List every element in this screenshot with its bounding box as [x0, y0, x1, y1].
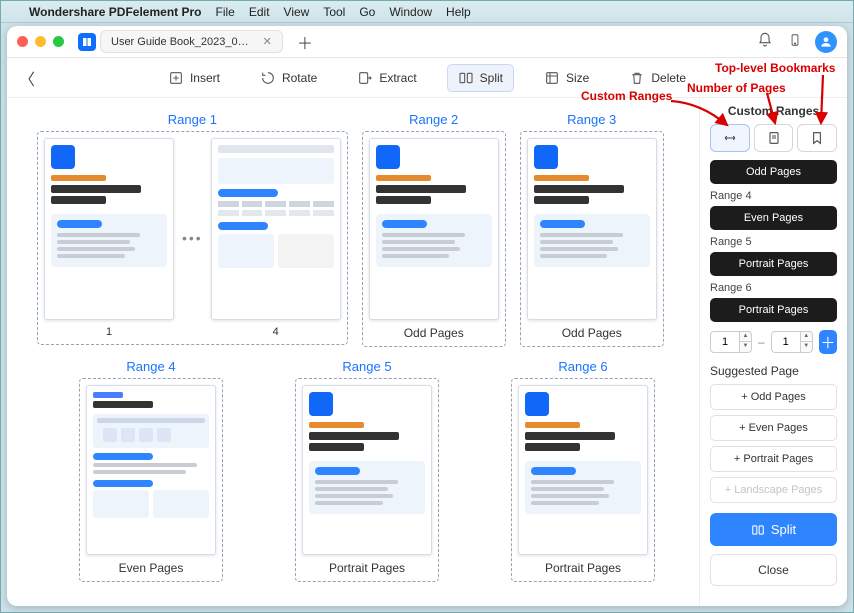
panel-range-6-label: Range 6 — [710, 282, 837, 294]
close-button[interactable]: Close — [710, 554, 837, 586]
split-button-label: Split — [771, 522, 796, 537]
range-1-label: Range 1 — [168, 112, 217, 127]
delete-tool[interactable]: Delete — [619, 64, 696, 92]
to-up[interactable]: ▲ — [801, 331, 813, 342]
suggest-even[interactable]: + Even Pages — [710, 415, 837, 441]
notifications-icon[interactable] — [755, 32, 775, 51]
range-6-caption: Portrait Pages — [545, 561, 621, 575]
size-label: Size — [566, 71, 589, 85]
range-3-group[interactable]: Odd Pages — [520, 131, 664, 347]
split-label: Split — [480, 71, 503, 85]
range-portrait-pages-2[interactable]: Portrait Pages — [710, 298, 837, 322]
tab-close-icon[interactable]: ✕ — [263, 35, 272, 48]
split-panel: Custom Ranges Odd Pages Range 4 Even Pag… — [699, 98, 847, 606]
range-4-caption: Even Pages — [119, 561, 184, 575]
split-button[interactable]: Split — [710, 513, 837, 546]
range-even-pages[interactable]: Even Pages — [710, 206, 837, 230]
suggested-title: Suggested Page — [710, 364, 837, 378]
range-5-label: Range 5 — [342, 359, 391, 374]
range-4-label: Range 4 — [126, 359, 175, 374]
mode-number-of-pages[interactable] — [754, 124, 794, 152]
page-thumb-1[interactable] — [44, 138, 174, 320]
back-button[interactable]: 〈 — [19, 66, 43, 90]
window-controls — [17, 36, 64, 47]
suggest-landscape: + Landscape Pages — [710, 477, 837, 503]
range-4-group[interactable]: Even Pages — [79, 378, 223, 582]
page-thumb-portrait-1[interactable] — [302, 385, 432, 555]
panel-range-4-label: Range 4 — [710, 190, 837, 202]
range-5-caption: Portrait Pages — [329, 561, 405, 575]
tab-title: User Guide Book_2023_0… — [111, 36, 249, 48]
document-tab[interactable]: User Guide Book_2023_0… ✕ — [100, 30, 283, 53]
menu-help[interactable]: Help — [446, 5, 471, 19]
menu-edit[interactable]: Edit — [249, 5, 270, 19]
size-tool[interactable]: Size — [534, 64, 599, 92]
menu-file[interactable]: File — [216, 5, 235, 19]
page-thumb-odd-2[interactable] — [527, 138, 657, 320]
range-5-group[interactable]: Portrait Pages — [295, 378, 439, 582]
zoom-window[interactable] — [53, 36, 64, 47]
range-3-caption: Odd Pages — [562, 326, 622, 340]
menu-go[interactable]: Go — [359, 5, 375, 19]
delete-label: Delete — [651, 71, 686, 85]
split-mode-tabs — [710, 124, 837, 152]
range-2-caption: Odd Pages — [404, 326, 464, 340]
split-tool[interactable]: Split — [447, 64, 514, 92]
mode-custom-ranges[interactable] — [710, 124, 750, 152]
menu-tool[interactable]: Tool — [323, 5, 345, 19]
range-dash: – — [758, 335, 765, 349]
menu-view[interactable]: View — [284, 5, 310, 19]
range-from-input[interactable] — [710, 331, 740, 353]
to-down[interactable]: ▼ — [801, 342, 813, 353]
range-odd-pages[interactable]: Odd Pages — [710, 160, 837, 184]
range-6-label: Range 6 — [558, 359, 607, 374]
page-toolbar: 〈 Insert Rotate Extract Split Size — [7, 58, 847, 98]
new-tab-button[interactable]: ＋ — [297, 30, 313, 54]
app-logo-icon — [78, 33, 96, 51]
app-name[interactable]: Wondershare PDFelement Pro — [29, 5, 202, 19]
page-1-number: 1 — [106, 326, 112, 338]
insert-label: Insert — [190, 71, 220, 85]
range-3-label: Range 3 — [567, 112, 616, 127]
page-thumb-portrait-2[interactable] — [518, 385, 648, 555]
suggest-portrait[interactable]: + Portrait Pages — [710, 446, 837, 472]
mode-top-level-bookmarks[interactable] — [797, 124, 837, 152]
insert-tool[interactable]: Insert — [158, 64, 230, 92]
from-down[interactable]: ▼ — [740, 342, 752, 353]
page-4-number: 4 — [273, 326, 279, 338]
add-range-button[interactable]: ＋ — [819, 330, 837, 354]
pages-canvas[interactable]: Range 1 1 ••• — [7, 98, 699, 606]
close-window[interactable] — [17, 36, 28, 47]
range-1-group[interactable]: 1 ••• — [37, 131, 348, 345]
range-2-label: Range 2 — [409, 112, 458, 127]
page-thumb-even[interactable] — [86, 385, 216, 555]
extract-label: Extract — [379, 71, 416, 85]
range-2-group[interactable]: Odd Pages — [362, 131, 506, 347]
rotate-tool[interactable]: Rotate — [250, 64, 327, 92]
menu-window[interactable]: Window — [389, 5, 432, 19]
page-thumb-odd-1[interactable] — [369, 138, 499, 320]
minimize-window[interactable] — [35, 36, 46, 47]
range-to-stepper[interactable]: ▲▼ — [771, 331, 813, 353]
ellipsis-icon: ••• — [180, 230, 205, 246]
app-window: User Guide Book_2023_0… ✕ ＋ 〈 Insert Rot… — [7, 26, 847, 606]
range-6-group[interactable]: Portrait Pages — [511, 378, 655, 582]
suggest-odd[interactable]: + Odd Pages — [710, 384, 837, 410]
titlebar: User Guide Book_2023_0… ✕ ＋ — [7, 26, 847, 58]
extract-tool[interactable]: Extract — [347, 64, 426, 92]
mobile-icon[interactable] — [785, 32, 805, 51]
panel-title: Custom Ranges — [710, 104, 837, 118]
range-from-stepper[interactable]: ▲▼ — [710, 331, 752, 353]
range-to-input[interactable] — [771, 331, 801, 353]
rotate-label: Rotate — [282, 71, 317, 85]
mac-menubar: Wondershare PDFelement Pro File Edit Vie… — [1, 1, 853, 23]
user-avatar[interactable] — [815, 31, 837, 53]
range-portrait-pages-1[interactable]: Portrait Pages — [710, 252, 837, 276]
from-up[interactable]: ▲ — [740, 331, 752, 342]
panel-range-5-label: Range 5 — [710, 236, 837, 248]
page-thumb-4[interactable] — [211, 138, 341, 320]
